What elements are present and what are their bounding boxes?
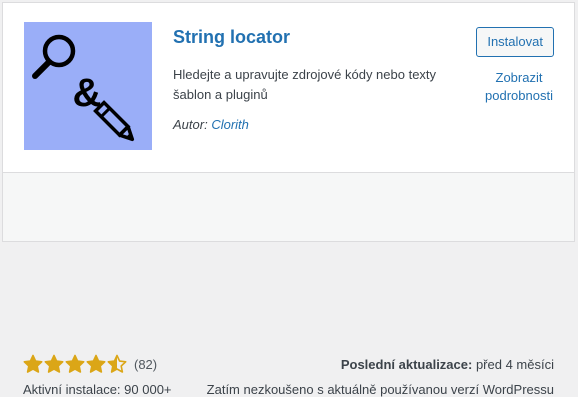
rating-stars [23,354,128,374]
plugin-card-top: & String locator Hledejte a upravujte zd… [3,3,574,174]
compatibility-note: Zatím nezkoušeno s aktuálně používanou v… [206,382,554,397]
last-updated: Poslední aktualizace: před 4 měsíci [341,357,554,372]
more-details-link[interactable]: Zobrazit podrobnosti [484,69,554,105]
star-half-icon [107,354,127,373]
star-filled-icon [86,354,106,373]
author-label: Autor: [173,117,208,132]
plugin-author: Autor: Clorith [173,117,249,132]
active-installs: Aktivní instalace: 90 000+ [23,382,172,397]
rating-count[interactable]: (82) [134,357,157,372]
last-updated-label: Poslední aktualizace: [340,357,473,372]
install-button[interactable]: Instalovat [476,27,554,57]
plugin-icon[interactable]: & [24,22,152,150]
star-rating: (82) [23,354,157,374]
plugin-description: Hledejte a upravujte zdrojové kódy nebo … [173,67,437,102]
pencil-icon [93,100,135,142]
star-filled-icon [23,354,43,373]
plugin-card-bottom: (82) Aktivní instalace: 90 000+ Poslední… [3,172,574,397]
magnifier-icon [32,34,76,79]
star-filled-icon [65,354,85,373]
plugin-name-link[interactable]: String locator [173,27,290,48]
star-filled-icon [44,354,64,373]
author-link[interactable]: Clorith [211,117,249,132]
last-updated-value: před 4 měsíci [475,357,554,372]
plugin-card: & String locator Hledejte a upravujte zd… [2,2,575,397]
plugin-icon-artwork: & [32,34,135,142]
